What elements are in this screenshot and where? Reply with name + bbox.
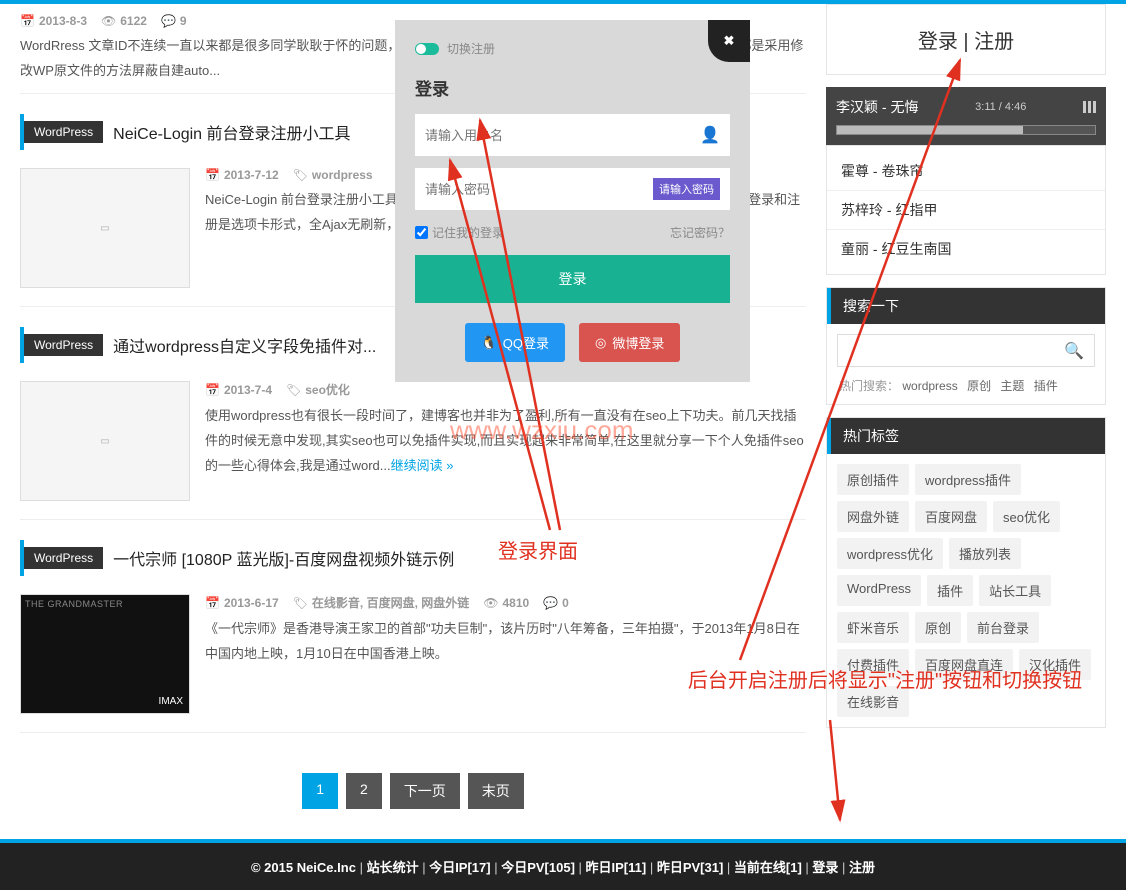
tag-link[interactable]: seo优化 bbox=[993, 501, 1060, 532]
forgot-password-link[interactable]: 忘记密码？ bbox=[670, 224, 730, 241]
read-more-link[interactable]: 继续阅读 » bbox=[391, 458, 454, 473]
hot-search-link[interactable]: 主题 bbox=[1000, 379, 1024, 393]
toggle-label: 切换注册 bbox=[447, 40, 495, 57]
tag-link[interactable]: 插件 bbox=[927, 575, 973, 606]
playlist: 霍尊 - 卷珠帘 苏梓玲 - 红指甲 童丽 - 红豆生南国 bbox=[827, 146, 1105, 274]
music-player: 李汉颖 - 无悔 3:11 / 4:46 bbox=[826, 87, 1106, 145]
track-title: 李汉颖 - 无悔 bbox=[836, 97, 918, 117]
footer: © 2015 NeiCe.Inc | 站长统计 | 今日IP[17] | 今日P… bbox=[0, 839, 1126, 890]
playlist-item[interactable]: 苏梓玲 - 红指甲 bbox=[827, 191, 1105, 230]
toggle-register-switch[interactable] bbox=[415, 43, 439, 55]
category-badge[interactable]: WordPress bbox=[24, 334, 103, 356]
progress-bar[interactable] bbox=[836, 125, 1096, 135]
tag-icon: 🏷在线影音, 百度网盘, 网盘外链 bbox=[293, 594, 470, 611]
remember-checkbox[interactable]: 记住我的登录 bbox=[415, 224, 504, 241]
tag-link[interactable]: 原创插件 bbox=[837, 464, 909, 495]
post-excerpt: 《一代宗师》是香港导演王家卫的首部"功夫巨制"，该片历时"八年筹备，三年拍摄"，… bbox=[205, 617, 806, 666]
register-link[interactable]: 注册 bbox=[974, 31, 1014, 53]
category-badge[interactable]: WordPress bbox=[24, 121, 103, 143]
page-2[interactable]: 2 bbox=[346, 773, 382, 809]
track-time: 3:11 / 4:46 bbox=[975, 101, 1026, 113]
page-1[interactable]: 1 bbox=[302, 773, 338, 809]
post-thumbnail[interactable]: ▭ bbox=[20, 381, 190, 501]
login-button[interactable]: 登录 bbox=[415, 255, 730, 303]
date-icon: 📅2013-6-17 bbox=[205, 596, 279, 610]
annotation-register-note: 后台开启注册后将显示"注册"按钮和切换按钮 bbox=[650, 665, 1120, 697]
search-heading: 搜索一下 bbox=[827, 288, 1105, 324]
category-badge[interactable]: WordPress bbox=[24, 547, 103, 569]
qq-icon: 🐧 bbox=[481, 335, 497, 351]
comments-icon: 💬9 bbox=[161, 14, 187, 28]
tag-link[interactable]: 前台登录 bbox=[967, 612, 1039, 643]
tag-link[interactable]: 原创 bbox=[915, 612, 961, 643]
hot-search-link[interactable]: 原创 bbox=[967, 379, 991, 393]
equalizer-icon bbox=[1083, 101, 1096, 113]
tag-link[interactable]: WordPress bbox=[837, 575, 921, 606]
search-input[interactable] bbox=[838, 335, 1054, 366]
annotation-login-ui: 登录界面 bbox=[498, 535, 578, 564]
login-link[interactable]: 登录 bbox=[918, 31, 958, 53]
post-item: WordPress 一代宗师 [1080P 蓝光版]-百度网盘视频外链示例 IM… bbox=[20, 520, 806, 733]
search-button[interactable]: 🔍 bbox=[1054, 335, 1094, 366]
post-title[interactable]: 一代宗师 [1080P 蓝光版]-百度网盘视频外链示例 bbox=[113, 546, 454, 570]
weibo-icon: ◎ bbox=[595, 335, 606, 351]
pagination: 1 2 下一页 末页 bbox=[20, 733, 806, 839]
page-last[interactable]: 末页 bbox=[468, 773, 524, 809]
username-input[interactable] bbox=[425, 128, 700, 143]
hot-search-link[interactable]: wordpress bbox=[902, 379, 957, 393]
close-icon[interactable]: ✖ bbox=[708, 20, 750, 62]
tag-icon: 🏷seo优化 bbox=[286, 381, 350, 398]
hot-search-label: 热门搜索： bbox=[839, 379, 899, 393]
tag-link[interactable]: 播放列表 bbox=[949, 538, 1021, 569]
post-title[interactable]: 通过wordpress自定义字段免插件对... bbox=[113, 333, 376, 357]
sidebar: 登录 | 注册 李汉颖 - 无悔 3:11 / 4:46 霍尊 - 卷珠帘 苏梓… bbox=[826, 4, 1106, 839]
date-icon: 📅2013-8-3 bbox=[20, 14, 87, 28]
weibo-login-button[interactable]: ◎微博登录 bbox=[579, 323, 680, 362]
post-thumbnail[interactable]: ▭ bbox=[20, 168, 190, 288]
user-icon: 👤 bbox=[700, 125, 720, 145]
views-icon: 👁6122 bbox=[101, 14, 147, 28]
modal-title: 登录 bbox=[415, 75, 730, 100]
date-icon: 📅2013-7-12 bbox=[205, 168, 279, 182]
tag-link[interactable]: 百度网盘 bbox=[915, 501, 987, 532]
password-input[interactable] bbox=[425, 182, 653, 197]
hot-search-link[interactable]: 插件 bbox=[1034, 379, 1058, 393]
qq-login-button[interactable]: 🐧QQ登录 bbox=[465, 323, 565, 362]
login-modal: ✖ 切换注册 登录 👤 请输入密码 记住我的登录 忘记密码？ 登录 🐧QQ登录 … bbox=[395, 20, 750, 382]
page-next[interactable]: 下一页 bbox=[390, 773, 460, 809]
tags-heading: 热门标签 bbox=[827, 418, 1105, 454]
comments-icon: 💬0 bbox=[543, 596, 569, 610]
tag-link[interactable]: 网盘外链 bbox=[837, 501, 909, 532]
post-thumbnail[interactable]: IMAX bbox=[20, 594, 190, 714]
date-icon: 📅2013-7-4 bbox=[205, 383, 272, 397]
post-title[interactable]: NeiCe-Login 前台登录注册小工具 bbox=[113, 120, 350, 144]
password-hint-button[interactable]: 请输入密码 bbox=[653, 178, 720, 200]
tag-link[interactable]: wordpress优化 bbox=[837, 538, 943, 569]
copyright: © 2015 NeiCe.Inc bbox=[251, 860, 356, 875]
playlist-item[interactable]: 童丽 - 红豆生南国 bbox=[827, 230, 1105, 268]
post-excerpt: 使用wordpress也有很长一段时间了，建博客也并非为了盈利,所有一直没有在s… bbox=[205, 404, 806, 478]
tag-link[interactable]: 虾米音乐 bbox=[837, 612, 909, 643]
views-icon: 👁4810 bbox=[483, 596, 529, 610]
tag-link[interactable]: wordpress插件 bbox=[915, 464, 1021, 495]
tag-icon: 🏷wordpress bbox=[293, 168, 373, 182]
tag-link[interactable]: 站长工具 bbox=[979, 575, 1051, 606]
playlist-item[interactable]: 霍尊 - 卷珠帘 bbox=[827, 152, 1105, 191]
